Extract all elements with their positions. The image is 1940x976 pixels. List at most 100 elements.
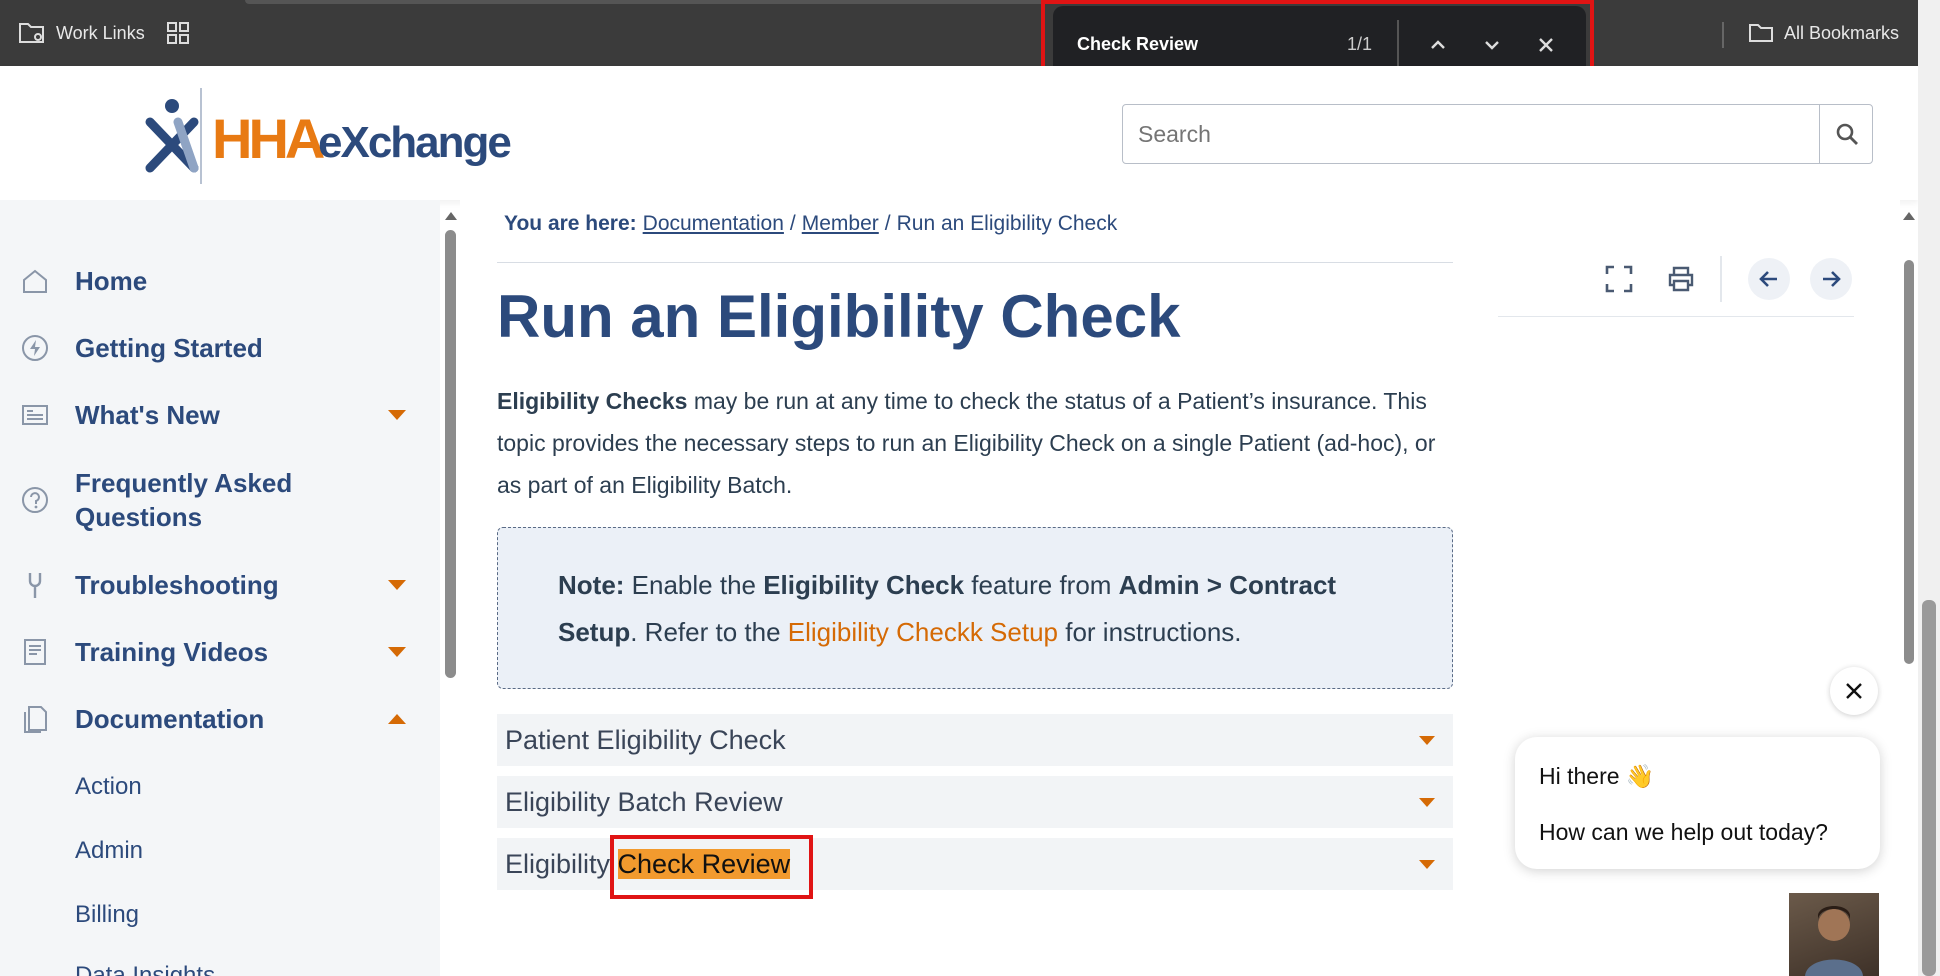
folder-icon [1749, 24, 1773, 42]
note-bold: Admin > Contract [1118, 570, 1337, 600]
sidebar-item-label: Troubleshooting [75, 570, 279, 600]
chevron-up-icon [1431, 40, 1445, 49]
next-topic-button[interactable] [1810, 258, 1852, 300]
breadcrumb-separator: / [884, 212, 891, 235]
book-icon [24, 639, 46, 665]
sidebar: Home Getting Started What's New Frequent… [0, 200, 440, 976]
scroll-up-arrow[interactable] [445, 212, 457, 220]
fullscreen-button[interactable] [1604, 264, 1634, 294]
sidebar-subitem-action[interactable]: Action [75, 773, 142, 801]
accordion-label: Eligibility [505, 848, 618, 879]
note-link[interactable]: Eligibility Checkk Setup [788, 617, 1058, 647]
search-button[interactable] [1820, 105, 1873, 163]
find-close-button[interactable] [1533, 32, 1559, 58]
scroll-up-arrow[interactable] [1903, 212, 1915, 220]
chevron-down-icon [1419, 798, 1435, 807]
chat-avatar[interactable] [1789, 893, 1879, 976]
sidebar-subitem-data-insights[interactable]: Data Insights [75, 962, 215, 976]
chat-close-button[interactable] [1830, 667, 1878, 715]
note-text: for instructions. [1058, 617, 1242, 647]
accordion-patient-eligibility-check[interactable]: Patient Eligibility Check [497, 714, 1453, 766]
arrow-right-icon [1823, 271, 1841, 287]
document-icon [24, 706, 47, 733]
close-icon [1539, 38, 1553, 52]
chevron-down-icon [1485, 41, 1499, 50]
expand-caret-icon[interactable] [388, 647, 406, 657]
search-input[interactable] [1124, 106, 1812, 162]
chat-greeting: Hi there 👋 [1539, 763, 1655, 789]
newspaper-icon [22, 405, 48, 425]
print-button[interactable] [1666, 264, 1696, 294]
page-title: Run an Eligibility Check [497, 283, 1181, 350]
search-match-highlight: Check Review [617, 848, 791, 879]
main-scroll-thumb[interactable] [1904, 260, 1914, 664]
sidebar-item-faq[interactable]: Frequently Asked Questions [0, 464, 430, 536]
sidebar-item-label: Getting Started [75, 333, 263, 363]
bookmark-apps[interactable] [166, 16, 190, 50]
intro-paragraph: Eligibility Checks may be run at any tim… [497, 380, 1457, 506]
sidebar-scrollbar[interactable] [442, 200, 460, 976]
note-label: Note: [558, 570, 625, 600]
collapse-caret-icon[interactable] [388, 714, 406, 724]
bolt-icon [22, 335, 48, 361]
breadcrumb-link-documentation[interactable]: Documentation [643, 212, 784, 236]
note-bold: Eligibility Check [763, 570, 965, 600]
find-divider [1397, 20, 1399, 68]
tab-edge [245, 0, 1045, 4]
previous-topic-button[interactable] [1748, 258, 1790, 300]
window-scrollbar[interactable] [1918, 0, 1940, 976]
search-icon [1836, 123, 1858, 145]
chat-question: How can we help out today? [1539, 819, 1828, 845]
chat-bubble[interactable]: Hi there 👋 How can we help out today? [1515, 737, 1880, 869]
sidebar-item-label: Documentation [75, 704, 265, 734]
breadcrumb-link-member[interactable]: Member [802, 212, 879, 236]
expand-caret-icon[interactable] [388, 580, 406, 590]
sidebar-item-label: Training Videos [75, 637, 269, 667]
printer-icon [1668, 266, 1694, 292]
sidebar-item-label: Frequently Asked [75, 468, 293, 498]
accordion-label: Patient Eligibility Check [505, 724, 786, 755]
intro-line2: topic provides the necessary steps to ru… [497, 430, 1436, 456]
close-icon [1846, 683, 1862, 699]
home-icon [23, 269, 47, 293]
bookmark-label: Work Links [56, 22, 145, 43]
accordion-eligibility-batch-review[interactable]: Eligibility Batch Review [497, 776, 1453, 828]
all-bookmarks-label: All Bookmarks [1784, 22, 1900, 43]
sidebar-subitem-billing[interactable]: Billing [75, 901, 139, 929]
chevron-down-icon [1419, 860, 1435, 869]
find-next-button[interactable] [1479, 32, 1505, 58]
note-bold: Setup [558, 617, 631, 647]
chevron-down-icon [1419, 736, 1435, 745]
logo-figure-icon [145, 99, 199, 173]
note-text: . Refer to the [630, 617, 788, 647]
find-previous-button[interactable] [1425, 32, 1451, 58]
avatar-portrait-icon [1805, 906, 1863, 976]
intro-line1: may be run at any time to check the stat… [687, 388, 1427, 414]
logo-divider [200, 88, 202, 184]
sidebar-item-training-videos[interactable]: Training Videos [0, 635, 430, 669]
sidebar-item-documentation[interactable]: Documentation [0, 702, 430, 736]
find-count: 1/1 [1347, 33, 1373, 54]
sidebar-item-troubleshooting[interactable]: Troubleshooting [0, 568, 430, 602]
main-scrollbar[interactable] [1900, 200, 1918, 976]
expand-caret-icon[interactable] [388, 410, 406, 420]
find-query[interactable]: Check Review [1077, 34, 1198, 55]
window-scroll-thumb[interactable] [1922, 600, 1936, 976]
sidebar-item-whats-new[interactable]: What's New [0, 398, 430, 432]
intro-line3: as part of an Eligibility Batch. [497, 472, 793, 498]
sidebar-item-label: Home [75, 266, 148, 296]
logo[interactable]: HHA eXchange [140, 88, 520, 188]
accordion-eligibility-check-review[interactable]: Eligibility Check Review [497, 838, 1453, 890]
sidebar-scroll-thumb[interactable] [445, 230, 456, 678]
logo-brand: HHA [212, 107, 325, 170]
bookmark-work-links[interactable]: Work Links [18, 16, 145, 50]
sidebar-subitem-admin[interactable]: Admin [75, 837, 143, 865]
bookmarks-bar: Work Links All Bookmarks [0, 0, 1940, 66]
breadcrumb-separator: / [789, 212, 796, 235]
sidebar-item-home[interactable]: Home [0, 264, 430, 298]
sidebar-item-getting-started[interactable]: Getting Started [0, 331, 430, 365]
breadcrumb: You are here: Documentation / Member / R… [504, 212, 1117, 236]
note-text: Enable the [624, 570, 764, 600]
all-bookmarks-button[interactable]: All Bookmarks [1748, 16, 1899, 50]
apps-grid-icon [167, 22, 189, 44]
